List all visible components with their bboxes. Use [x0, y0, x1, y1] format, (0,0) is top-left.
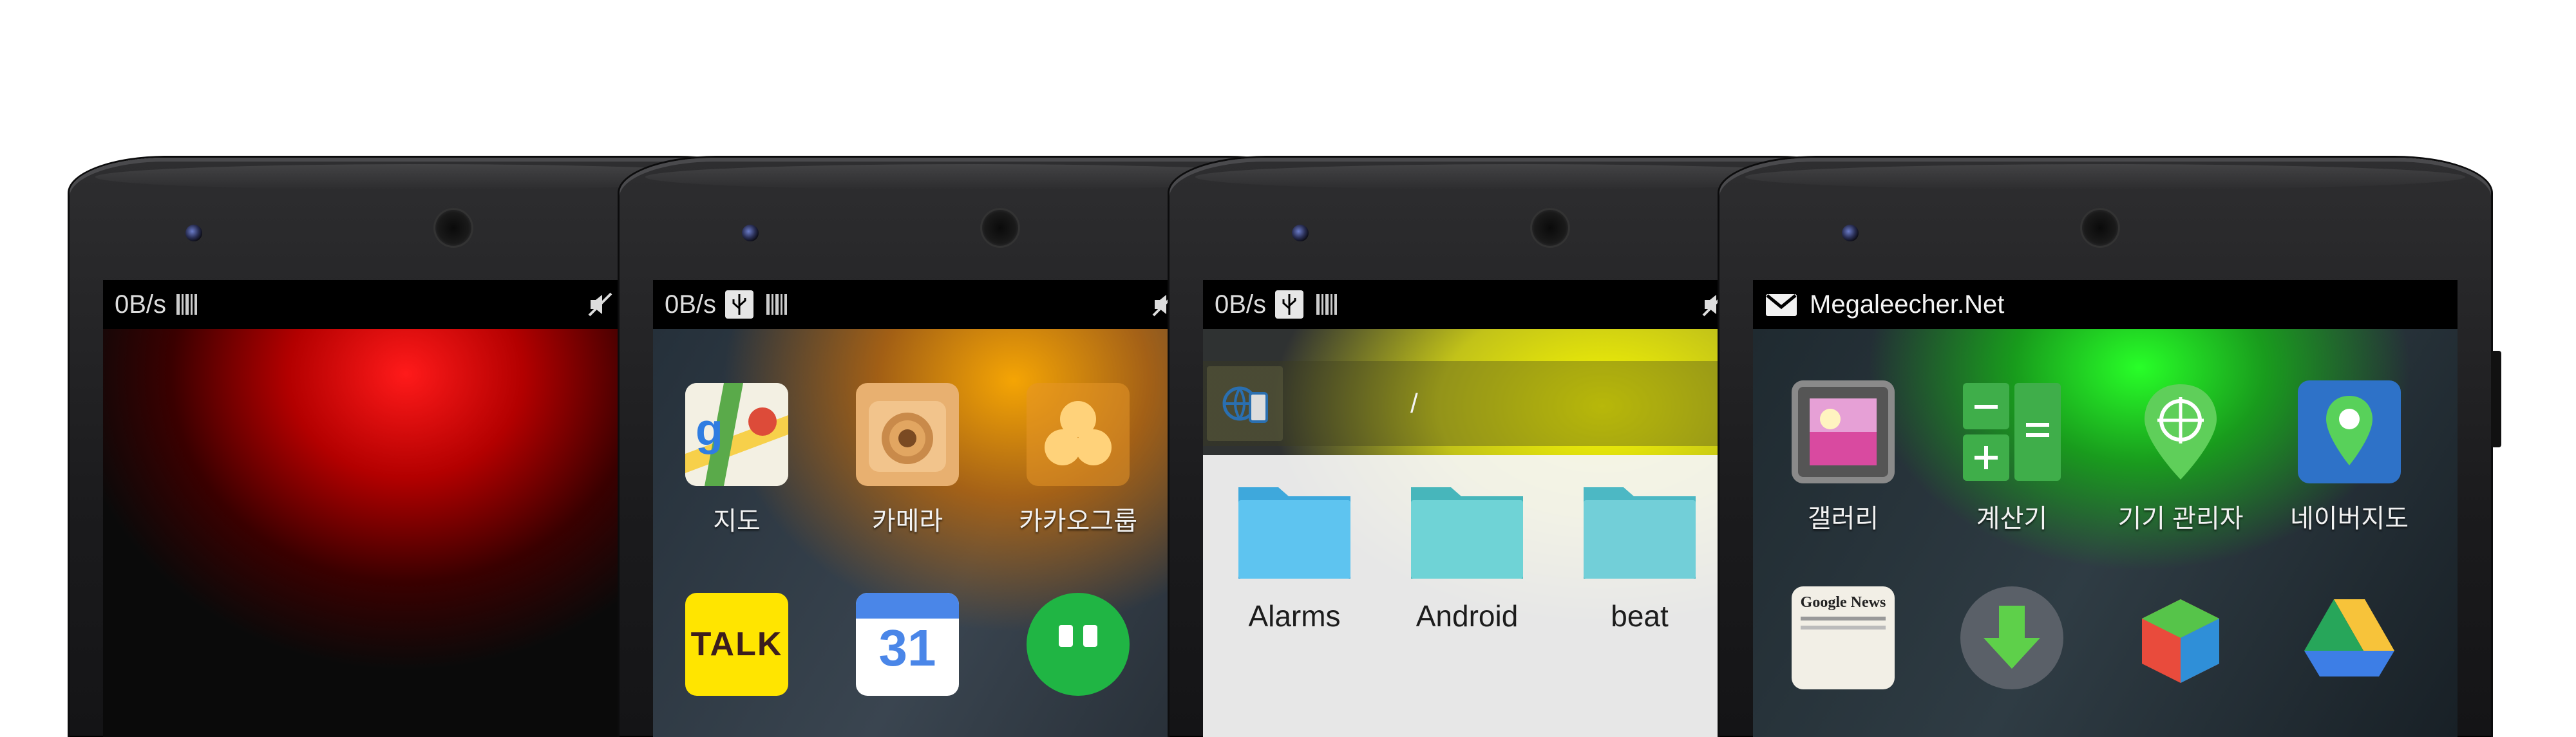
app-maps[interactable]: g 지도: [659, 383, 814, 537]
kakaotalk-icon: TALK: [685, 593, 788, 696]
app-label: 카카오그룹: [1019, 507, 1137, 536]
app-label: 카메라: [871, 507, 943, 536]
app-camera[interactable]: 카메라: [830, 383, 985, 537]
app-label: 지도: [713, 507, 761, 536]
app-hangouts[interactable]: [1001, 593, 1155, 696]
calendar-icon: 31: [856, 593, 959, 696]
device-manager-icon: [2129, 380, 2232, 483]
mute-icon: [588, 292, 612, 317]
app-label: TALK: [690, 626, 783, 663]
google-maps-icon: g: [685, 383, 788, 486]
app-kakao-group[interactable]: 카카오그룹: [1001, 383, 1155, 537]
app-label: Google News: [1800, 594, 1886, 611]
app-downloads[interactable]: [1935, 586, 2089, 689]
hangouts-icon: [1027, 593, 1130, 696]
app-label: 31: [878, 619, 936, 676]
earpiece-speaker: [2080, 208, 2120, 248]
network-speed: 0B/s: [665, 290, 717, 319]
phone-4: Megaleecher.Net 갤러리 계산기 기기 관리자 네이버지도 Goo…: [1719, 158, 2501, 737]
app-naver-map[interactable]: 네이버지도: [2272, 380, 2427, 535]
google-drive-icon: [2298, 586, 2401, 689]
usb-icon: [725, 290, 754, 319]
cube-app-icon: [2129, 586, 2232, 689]
earpiece-speaker: [433, 208, 473, 248]
app-kakaotalk[interactable]: TALK: [659, 593, 814, 696]
app-label: 기기 관리자: [2117, 505, 2244, 533]
google-news-icon: Google News: [1792, 586, 1895, 689]
front-camera: [1292, 225, 1309, 241]
app-gallery[interactable]: 갤러리: [1766, 380, 1920, 535]
calculator-icon: [1960, 380, 2063, 483]
network-speed: 0B/s: [115, 290, 167, 319]
folder-beat[interactable]: beat: [1575, 474, 1704, 633]
app-calendar[interactable]: 31: [830, 593, 985, 696]
front-camera: [742, 225, 759, 241]
folder-android[interactable]: Android: [1403, 474, 1531, 633]
svg-text:g: g: [696, 404, 723, 454]
network-speed: 0B/s: [1215, 290, 1267, 319]
app-device-manager[interactable]: 기기 관리자: [2103, 380, 2258, 535]
folder-name: beat: [1611, 599, 1669, 633]
folder-icon: [1411, 487, 1523, 579]
notification-title[interactable]: Megaleecher.Net: [1810, 290, 2004, 319]
front-camera: [185, 225, 202, 241]
earpiece-speaker: [980, 208, 1020, 248]
app-label: 갤러리: [1807, 505, 1879, 533]
camera-icon: [856, 383, 959, 486]
storage-switch-button[interactable]: [1207, 366, 1283, 441]
download-icon: [1960, 586, 2063, 689]
usb-icon: [1275, 290, 1304, 319]
barcode-icon: [766, 294, 788, 315]
naver-map-icon: [2298, 380, 2401, 483]
folder-name: Alarms: [1248, 599, 1341, 633]
app-label: 계산기: [1976, 505, 2048, 533]
home-screen: 갤러리 계산기 기기 관리자 네이버지도 Google News: [1753, 329, 2458, 737]
barcode-icon: [176, 294, 198, 315]
app-google-drive[interactable]: [2272, 586, 2427, 689]
app-label: 네이버지도: [2290, 505, 2409, 533]
power-button: [2491, 351, 2501, 447]
gmail-icon: [1766, 294, 1797, 316]
globe-phone-icon: [1222, 386, 1268, 423]
barcode-icon: [1316, 294, 1338, 315]
folder-alarms[interactable]: Alarms: [1230, 474, 1359, 633]
phone-4-screen: Megaleecher.Net 갤러리 계산기 기기 관리자 네이버지도 Goo…: [1753, 280, 2458, 737]
folder-icon: [1238, 487, 1350, 579]
front-camera: [1842, 225, 1859, 241]
status-bar: Megaleecher.Net: [1753, 280, 2458, 329]
breadcrumb-root[interactable]: /: [1410, 388, 1418, 419]
gallery-icon: [1792, 380, 1895, 483]
app-calculator[interactable]: 계산기: [1935, 380, 2089, 535]
folder-name: Android: [1416, 599, 1519, 633]
earpiece-speaker: [1530, 208, 1570, 248]
app-cube[interactable]: [2103, 586, 2258, 689]
kakao-group-icon: [1027, 383, 1130, 486]
folder-icon: [1584, 487, 1696, 579]
app-google-news[interactable]: Google News: [1766, 586, 1920, 689]
